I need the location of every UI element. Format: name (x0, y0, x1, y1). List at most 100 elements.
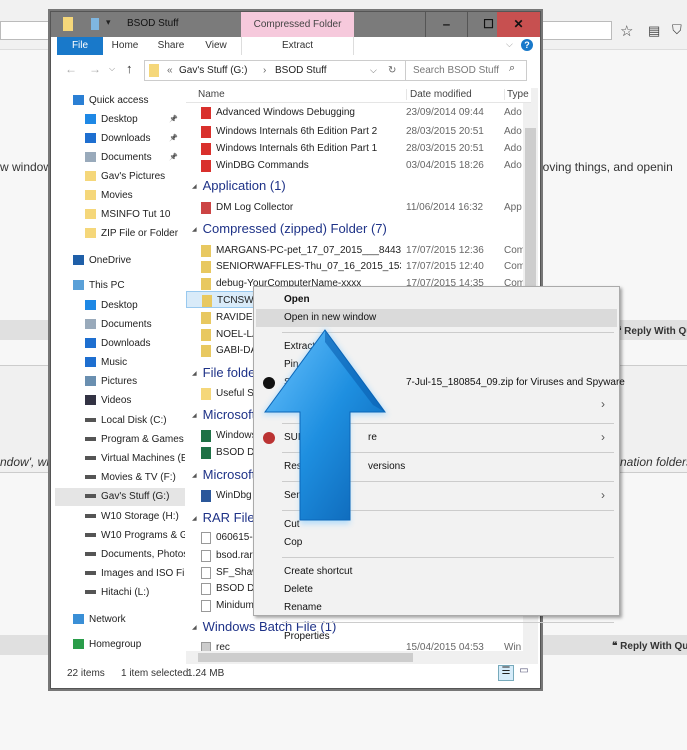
file-row[interactable]: SENIORWAFFLES-Thu_07_16_2015_15300... 17/… (186, 258, 526, 275)
nav-item-label: Local Disk (C:) (101, 415, 167, 426)
address-bar[interactable]: « Gav's Stuff (G:) › BSOD Stuff ⌵ ↻ (144, 60, 406, 81)
up-button[interactable]: ↑ (126, 61, 133, 76)
nav-item-label: W10 Storage (H:) (101, 511, 179, 522)
nav-item[interactable]: Program & Games ( (55, 431, 185, 449)
nav-item[interactable]: Virtual Machines (E: (55, 450, 185, 468)
tab-view[interactable]: View (196, 37, 236, 55)
nav-item[interactable]: Gav's Stuff (G:) (55, 488, 185, 506)
help-icon[interactable]: ? (521, 39, 533, 51)
nav-item[interactable]: W10 Storage (H:) (55, 508, 185, 526)
properties-icon[interactable] (91, 18, 99, 30)
nav-item[interactable]: Videos (55, 392, 185, 410)
scrollbar-thumb[interactable] (198, 653, 413, 662)
details-view-button[interactable]: ☰ (498, 665, 514, 681)
nav-item[interactable]: Documents 📌 (55, 149, 185, 167)
file-name: Windows Internals 6th Edition Part 2 (216, 126, 378, 137)
file-row[interactable]: MARGANS-PC-pet_17_07_2015___84432,67 17/0… (186, 242, 526, 259)
app-file-icon (201, 202, 211, 214)
nav-item[interactable]: ZIP File or Folder (55, 225, 185, 243)
nav-item[interactable]: Downloads 📌 (55, 130, 185, 148)
file-file-icon (201, 600, 211, 612)
column-header-type[interactable]: Type (504, 89, 529, 100)
large-icons-view-button[interactable]: ▭ (516, 665, 532, 681)
breadcrumb-bsod-stuff[interactable]: BSOD Stuff (275, 61, 327, 80)
quote-text: nation folders (620, 455, 687, 469)
post-text: noving things, and openin (536, 160, 673, 174)
file-row[interactable]: WinDBG Commands 03/04/2015 18:26 Ado (186, 157, 526, 174)
quick-access-dropdown-icon[interactable]: ▾ (106, 17, 111, 28)
nav-item[interactable]: Music (55, 354, 185, 372)
tab-file[interactable]: File (57, 37, 103, 55)
menu-item[interactable]: Properties (256, 628, 617, 646)
file-row[interactable]: DM Log Collector 11/06/2014 16:32 App (186, 199, 526, 216)
nav-item-label: W10 Programs & G: (101, 530, 185, 541)
pdf-file-icon (201, 107, 211, 119)
nav-item[interactable]: Homegroup (55, 636, 185, 654)
tab-home[interactable]: Home (105, 37, 145, 55)
file-row[interactable]: Windows Internals 6th Edition Part 1 28/0… (186, 140, 526, 157)
nav-item[interactable]: Documents, Photos (55, 546, 185, 564)
horizontal-scrollbar[interactable] (186, 651, 523, 664)
nav-item[interactable]: Network (55, 611, 185, 629)
folder-icon (85, 171, 96, 182)
nav-item[interactable]: Gav's Pictures (55, 168, 185, 186)
nav-item[interactable]: W10 Programs & G: (55, 527, 185, 545)
breadcrumb-gavs-stuff[interactable]: Gav's Stuff (G:) (179, 61, 247, 80)
address-dropdown-icon[interactable]: ⌵ (370, 61, 377, 80)
pin-icon[interactable]: 📌 (169, 130, 178, 148)
nav-item[interactable]: Quick access (55, 92, 185, 110)
nav-item[interactable]: Pictures (55, 373, 185, 391)
expand-ribbon-icon[interactable]: ⌵ (506, 39, 513, 50)
column-header-name[interactable]: Name (198, 89, 225, 100)
nav-item[interactable]: OneDrive (55, 252, 185, 270)
drive-icon (85, 514, 96, 519)
file-row[interactable]: Advanced Windows Debugging 23/09/2014 09:… (186, 104, 526, 121)
nav-item[interactable]: Desktop (55, 297, 185, 315)
group-header[interactable]: Microsoft (186, 405, 256, 425)
forward-button[interactable]: → (89, 62, 101, 76)
tab-extract[interactable]: Extract (241, 37, 354, 55)
nav-item[interactable]: Movies (55, 187, 185, 205)
file-row[interactable]: Windows Internals 6th Edition Part 2 28/0… (186, 123, 526, 140)
search-icon[interactable]: ⌕ (509, 62, 515, 75)
reply-with-quote-button[interactable]: ❝ Reply With Qu (612, 641, 687, 652)
menu-item[interactable]: Rename (256, 599, 617, 617)
back-button[interactable]: ← (65, 62, 77, 76)
menu-item[interactable]: Open (256, 291, 617, 309)
nav-item[interactable]: MSINFO Tut 10 (55, 206, 185, 224)
nav-item[interactable]: Hitachi (L:) (55, 584, 185, 602)
folder-icon (85, 228, 96, 239)
group-header[interactable]: Microsoft (186, 465, 256, 485)
reply-with-quote-button[interactable]: ❝ Reply With Qu (616, 326, 687, 337)
reading-list-icon[interactable]: ▤ (648, 23, 660, 39)
bookmark-star-icon[interactable]: ☆ (620, 22, 633, 40)
nav-item[interactable]: Documents (55, 316, 185, 334)
compressed-folder-tools-tab[interactable]: Compressed Folder Tools (241, 12, 354, 55)
pin-icon[interactable]: 📌 (169, 149, 178, 167)
nav-item[interactable]: Downloads (55, 335, 185, 353)
tab-share[interactable]: Share (151, 37, 191, 55)
refresh-icon[interactable]: ↻ (388, 61, 396, 80)
nav-item[interactable]: This PC (55, 277, 185, 295)
breadcrumb-overflow[interactable]: « (167, 61, 173, 80)
download-icon (85, 338, 96, 349)
nav-item[interactable]: Desktop 📌 (55, 111, 185, 129)
menu-item[interactable]: Delete (256, 581, 617, 599)
menu-item[interactable]: Create shortcut (256, 563, 617, 581)
recent-locations-icon[interactable]: ⌵ (109, 64, 115, 74)
group-header[interactable]: File folder (186, 363, 260, 383)
nav-item[interactable]: Images and ISO File (55, 565, 185, 583)
minimize-button[interactable]: ‒ (425, 12, 467, 37)
group-header[interactable]: Compressed (zipped) Folder (7) (186, 219, 387, 239)
group-header[interactable]: RAR File ( (186, 508, 263, 528)
nav-item[interactable]: Local Disk (C:) (55, 412, 185, 430)
group-header[interactable]: Application (1) (186, 176, 286, 196)
pin-icon[interactable]: 📌 (169, 111, 178, 129)
close-button[interactable]: ✕ (497, 12, 540, 37)
menu-item[interactable]: Cop (256, 534, 617, 552)
nav-item[interactable]: Movies & TV (F:) (55, 469, 185, 487)
pocket-icon[interactable]: ⛉ (672, 22, 682, 38)
column-header-date[interactable]: Date modified (406, 89, 472, 100)
document-icon (85, 319, 96, 330)
desktop-icon (85, 300, 96, 311)
